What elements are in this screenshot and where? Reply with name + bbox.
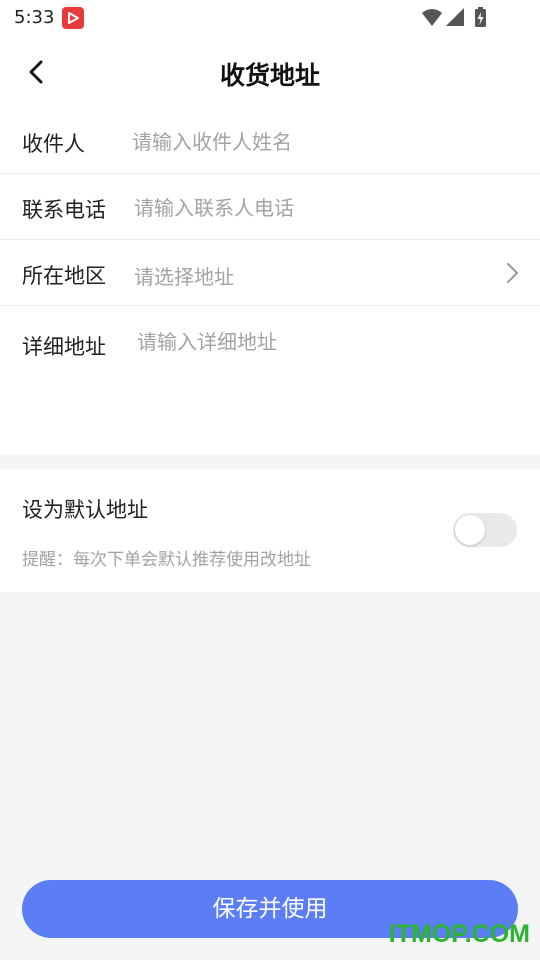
detail-row: 详细地址	[0, 306, 540, 455]
status-time: 5:33	[14, 7, 55, 28]
app-notification-icon	[62, 7, 84, 29]
wifi-icon	[422, 9, 442, 26]
chevron-right-icon	[507, 263, 518, 283]
detail-address-input[interactable]	[137, 328, 517, 438]
recipient-label: 收件人	[22, 132, 85, 156]
toggle-knob	[455, 515, 485, 545]
region-selector[interactable]: 所在地区 请选择地址	[0, 240, 540, 306]
default-address-title: 设为默认地址	[22, 498, 148, 522]
phone-input[interactable]	[134, 194, 514, 222]
status-icons	[420, 6, 500, 30]
default-address-toggle[interactable]	[453, 513, 517, 547]
battery-charging-icon	[475, 7, 486, 27]
phone-row: 联系电话	[0, 174, 540, 240]
recipient-row: 收件人	[0, 108, 540, 174]
detail-label: 详细地址	[22, 335, 106, 359]
default-address-hint: 提醒：每次下单会默认推荐使用改地址	[22, 550, 311, 570]
status-bar: 5:33	[0, 0, 540, 36]
watermark-logo: ITMOP.COM	[388, 920, 530, 948]
header: 收货地址	[0, 36, 540, 108]
default-address-card: 设为默认地址 提醒：每次下单会默认推荐使用改地址	[0, 469, 540, 592]
recipient-input[interactable]	[132, 128, 512, 156]
signal-icon	[446, 8, 464, 26]
address-form: 收件人 联系电话 所在地区 请选择地址 详细地址	[0, 108, 540, 455]
region-label: 所在地区	[22, 264, 106, 288]
phone-label: 联系电话	[22, 198, 106, 222]
page-title: 收货地址	[219, 61, 320, 90]
region-placeholder: 请选择地址	[134, 265, 234, 289]
